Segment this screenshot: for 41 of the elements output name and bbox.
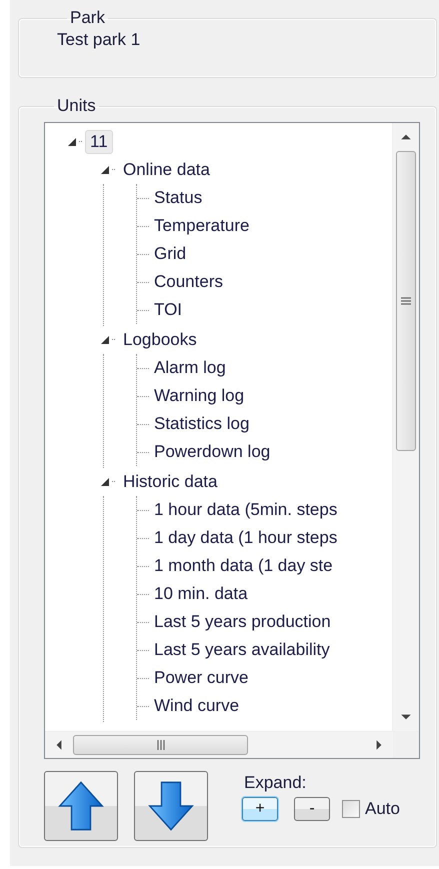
tree-item[interactable]: 1 hour data (5min. steps xyxy=(151,498,342,522)
tree-item[interactable]: Statistics log xyxy=(151,412,254,436)
expand-all-button[interactable]: + xyxy=(242,797,278,821)
auto-checkbox[interactable] xyxy=(342,800,360,818)
tree-item[interactable]: Last 5 years availability xyxy=(151,638,335,662)
expander-icon[interactable] xyxy=(100,477,110,487)
move-up-button[interactable] xyxy=(44,771,118,841)
expand-label: Expand: xyxy=(244,773,308,793)
scroll-thumb[interactable] xyxy=(396,151,416,451)
collapse-all-button[interactable]: - xyxy=(294,797,330,821)
group-label: Park xyxy=(69,8,106,28)
tree-item[interactable]: Warning log xyxy=(151,384,250,408)
expander-icon[interactable] xyxy=(67,137,77,147)
checkbox-label[interactable]: Auto xyxy=(365,799,400,819)
tree-item[interactable]: Status xyxy=(151,186,208,210)
park-name: Test park 1 xyxy=(57,30,142,50)
tree-item[interactable]: 1 month data (1 day ste xyxy=(151,554,338,578)
arrow-up-icon xyxy=(57,780,105,832)
tree-item[interactable]: Power curve xyxy=(151,666,254,690)
tree-item[interactable]: Alarm log xyxy=(151,356,231,380)
tree-item[interactable]: Historic data xyxy=(118,470,222,494)
tree-item[interactable]: Temperature xyxy=(151,214,254,238)
move-down-button[interactable] xyxy=(134,771,208,841)
tree-item[interactable]: TOI xyxy=(151,298,188,322)
tree-item[interactable]: Powerdown log xyxy=(151,440,276,464)
tree-item[interactable]: Counters xyxy=(151,270,228,294)
horizontal-scrollbar[interactable] xyxy=(45,731,419,758)
arrow-down-icon xyxy=(147,780,195,832)
group-label: Units xyxy=(56,96,97,116)
tree-item[interactable]: Online data xyxy=(118,158,215,182)
tree-item[interactable]: Logbooks xyxy=(118,328,202,352)
scroll-thumb[interactable] xyxy=(73,735,248,755)
vertical-scrollbar[interactable] xyxy=(392,123,419,731)
tree-item[interactable]: 1 day data (1 hour steps xyxy=(151,526,342,550)
expander-icon[interactable] xyxy=(100,335,110,345)
expander-icon[interactable] xyxy=(100,165,110,175)
tree-item[interactable]: 11 xyxy=(85,130,113,154)
tree-item[interactable]: Wind curve xyxy=(151,694,244,718)
tree-item[interactable]: Grid xyxy=(151,242,192,266)
tree-item[interactable]: Last 5 years production xyxy=(151,610,336,634)
tree-item[interactable]: 10 min. data xyxy=(151,582,253,606)
